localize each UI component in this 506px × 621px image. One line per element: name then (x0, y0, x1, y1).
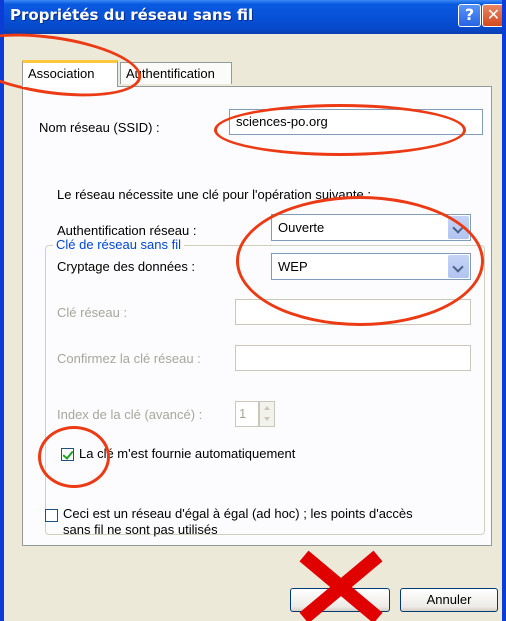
auto-key-label[interactable]: La clé m'est fournie automatiquement (79, 446, 295, 461)
key-index-label: Index de la clé (avancé) : (57, 407, 203, 422)
adhoc-checkbox[interactable] (45, 509, 58, 522)
cancel-button[interactable]: Annuler (400, 588, 498, 612)
confirm-key-input[interactable] (235, 345, 471, 371)
adhoc-label-line2[interactable]: sans fil ne sont pas utilisés (63, 522, 218, 537)
key-index-stepper[interactable]: 1 (235, 401, 281, 427)
key-index-spin-buttons (259, 401, 275, 427)
key-index-value[interactable]: 1 (235, 401, 259, 427)
red-cross-icon (299, 550, 383, 621)
close-button[interactable]: ✕ (482, 4, 502, 27)
annotation-oval-auth (236, 196, 484, 326)
tab-association[interactable]: Association (22, 60, 118, 87)
network-key-label: Clé réseau : (57, 305, 128, 320)
help-button[interactable]: ? (458, 4, 481, 27)
wireless-key-group-title: Clé de réseau sans fil (53, 237, 185, 252)
spin-up-icon[interactable] (260, 402, 274, 414)
spin-down-icon[interactable] (260, 414, 274, 426)
encryption-label: Cryptage des données : (57, 259, 196, 274)
confirm-key-label: Confirmez la clé réseau : (57, 351, 201, 366)
title-bar[interactable]: Propriétés du réseau sans fil ? ✕ (4, 0, 502, 34)
window-title: Propriétés du réseau sans fil (10, 6, 254, 24)
adhoc-label-line1[interactable]: Ceci est un réseau d'égal à égal (ad hoc… (63, 506, 413, 521)
auth-label: Authentification réseau : (57, 223, 197, 238)
annotation-oval-autokey (38, 426, 110, 488)
ssid-label: Nom réseau (SSID) : (39, 120, 160, 135)
annotation-oval-ssid (214, 104, 466, 156)
